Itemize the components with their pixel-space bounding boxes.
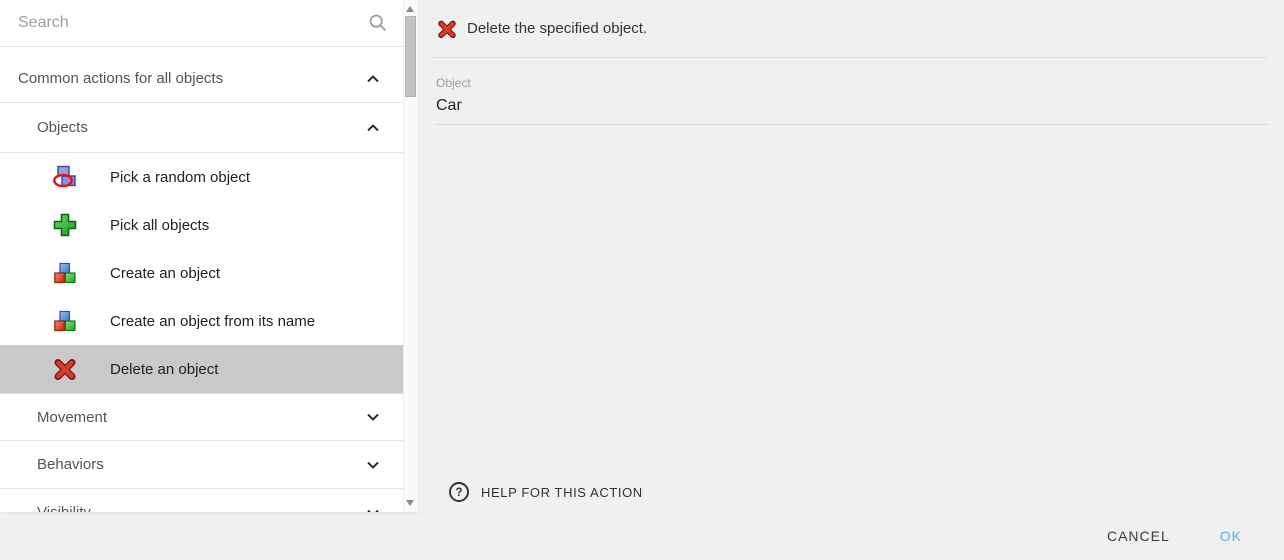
chevron-down-icon [361, 453, 385, 477]
object-field-underline [436, 124, 1268, 125]
category-movement[interactable]: Movement [0, 393, 403, 441]
action-item-create-object[interactable]: Create an object [0, 249, 403, 297]
chevron-down-icon [361, 405, 385, 429]
scrollbar-up-arrow-icon[interactable] [406, 6, 414, 12]
category-label: Movement [37, 409, 107, 426]
action-item-label: Create an object from its name [110, 313, 315, 330]
action-editor-dialog: Common actions for all objects Objects [0, 0, 1284, 560]
action-item-label: Pick a random object [110, 169, 250, 186]
delete-cross-icon [437, 19, 457, 39]
help-icon: ? [448, 481, 470, 503]
scrollbar-down-arrow-icon[interactable] [406, 500, 414, 506]
chevron-up-icon [361, 67, 385, 91]
object-field-label: Object [436, 76, 1268, 90]
action-item-delete-object[interactable]: Delete an object [0, 345, 403, 393]
search-bar [0, 0, 403, 47]
action-item-label: Delete an object [110, 361, 218, 378]
add-objects-icon [52, 212, 78, 238]
category-label: Objects [37, 119, 88, 136]
action-category-list: Common actions for all objects Objects [0, 47, 403, 512]
category-label: Visibility [37, 504, 91, 512]
svg-text:?: ? [455, 487, 462, 499]
category-objects[interactable]: Objects [0, 103, 403, 153]
delete-cross-icon [52, 356, 78, 382]
header-divider [433, 57, 1268, 58]
category-label: Behaviors [37, 456, 104, 473]
random-object-icon [52, 164, 78, 190]
dialog-footer: CANCEL OK [0, 512, 1284, 560]
chevron-down-icon [361, 501, 385, 513]
help-button-label: HELP FOR THIS ACTION [481, 485, 643, 500]
action-item-pick-all-objects[interactable]: Pick all objects [0, 201, 403, 249]
create-object-icon [52, 260, 78, 286]
category-common-actions[interactable]: Common actions for all objects [0, 55, 403, 103]
action-item-create-object-from-name[interactable]: Create an object from its name [0, 297, 403, 345]
category-behaviors[interactable]: Behaviors [0, 441, 403, 489]
search-input[interactable] [0, 0, 403, 46]
left-panel-scrollbar[interactable] [403, 0, 417, 512]
cancel-button[interactable]: CANCEL [1091, 520, 1186, 552]
ok-button[interactable]: OK [1204, 520, 1258, 552]
category-label: Common actions for all objects [18, 70, 223, 87]
scrollbar-thumb[interactable] [405, 16, 416, 97]
search-icon [367, 12, 389, 34]
create-object-icon [52, 308, 78, 334]
action-item-label: Create an object [110, 265, 220, 282]
action-list-scroll-area: Common actions for all objects Objects [0, 0, 403, 512]
category-visibility[interactable]: Visibility [0, 489, 403, 512]
detail-title: Delete the specified object. [467, 20, 647, 37]
object-field-value[interactable]: Car [436, 97, 1268, 115]
action-item-pick-random-object[interactable]: Pick a random object [0, 153, 403, 201]
chevron-up-icon [361, 116, 385, 140]
action-list-panel: Common actions for all objects Objects [0, 0, 417, 512]
action-detail-panel: Delete the specified object. Object Car … [417, 0, 1284, 512]
object-field: Object Car [436, 76, 1268, 125]
help-for-action-button[interactable]: ? HELP FOR THIS ACTION [448, 474, 651, 510]
detail-header: Delete the specified object. [417, 0, 1284, 57]
action-item-label: Pick all objects [110, 217, 209, 234]
